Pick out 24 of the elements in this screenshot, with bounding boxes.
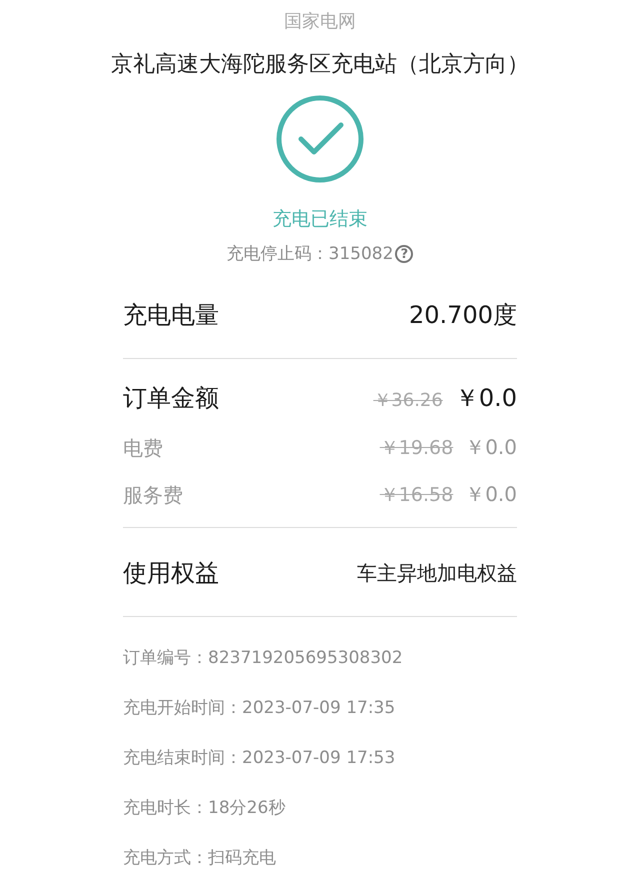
original-price: ￥19.68: [380, 436, 454, 461]
detail-line: 充电方式：扫码充电: [123, 847, 277, 870]
price: ￥0.0: [465, 434, 517, 461]
help-icon[interactable]: ?: [395, 245, 414, 263]
price: ￥0.0: [454, 383, 517, 414]
benefit-label: 使用权益: [123, 558, 219, 589]
station-name: 京礼高速大海陀服务区充电站（北京方向）: [111, 51, 529, 79]
original-price: ￥36.26: [373, 389, 443, 412]
check-circle-icon: [275, 94, 365, 184]
original-price: ￥16.58: [380, 483, 454, 508]
header-title: 国家电网: [284, 10, 356, 34]
energy-value: 20.700度: [409, 300, 517, 331]
detail-line: 充电时长：18分26秒: [123, 797, 286, 820]
detail-line: 订单编号：823719205695308302: [123, 647, 404, 670]
price: ￥0.0: [465, 481, 517, 508]
charging-status: 充电已结束: [272, 207, 368, 232]
stop-code: 充电停止码：315082: [226, 243, 394, 266]
energy-label: 充电电量: [123, 300, 219, 331]
fee-label: 服务费: [123, 482, 183, 508]
detail-line: 充电结束时间：2023-07-09 17:53: [123, 747, 396, 770]
fee-label: 电费: [123, 434, 163, 462]
benefit-value: 车主异地加电权益: [357, 560, 517, 586]
order-amount-label: 订单金额: [123, 383, 219, 414]
detail-line: 充电开始时间：2023-07-09 17:35: [123, 697, 396, 720]
